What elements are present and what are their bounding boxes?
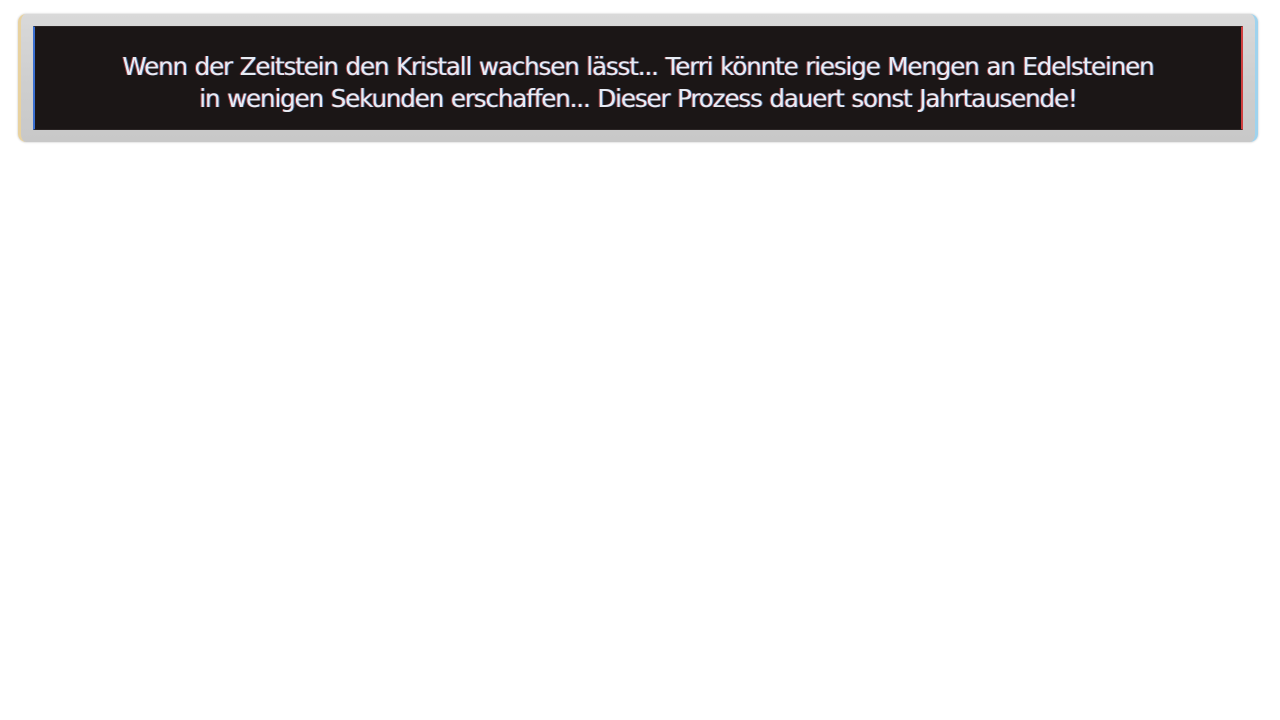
dialog-line-2: in wenigen Sekunden erschaffen... Dieser…	[199, 84, 1078, 113]
game-screen: Wenn der Zeitstein den Kristall wachsen …	[0, 0, 1280, 720]
dialog-line-1: Wenn der Zeitstein den Kristall wachsen …	[122, 52, 1154, 81]
dialog-text: Wenn der Zeitstein den Kristall wachsen …	[35, 51, 1241, 115]
dialog-frame[interactable]: Wenn der Zeitstein den Kristall wachsen …	[18, 14, 1258, 142]
dialog-box[interactable]: Wenn der Zeitstein den Kristall wachsen …	[33, 26, 1243, 130]
